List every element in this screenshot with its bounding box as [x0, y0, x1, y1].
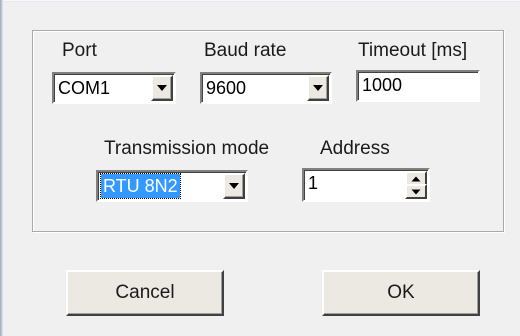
arrow-up-icon	[411, 176, 421, 181]
cancel-button-label: Cancel	[115, 282, 175, 303]
address-spinbox[interactable]: 1	[302, 168, 430, 202]
timeout-input[interactable]: 1000	[356, 70, 480, 102]
ok-button-label: OK	[387, 282, 415, 303]
chevron-down-icon	[157, 85, 167, 91]
timeout-input-value: 1000	[362, 75, 403, 95]
address-label: Address	[320, 138, 390, 159]
transmission-mode-select-value: RTU 8N2	[100, 173, 181, 199]
port-select-value: COM1	[58, 78, 111, 98]
ok-button[interactable]: OK	[322, 270, 480, 316]
address-spinbox-value: 1	[308, 173, 319, 193]
chevron-down-icon	[229, 183, 239, 189]
baud-rate-select-value: 9600	[206, 78, 247, 98]
baud-rate-label: Baud rate	[204, 40, 287, 61]
transmission-mode-dropdown-button[interactable]	[223, 173, 245, 199]
port-label: Port	[62, 40, 97, 61]
port-dropdown-button[interactable]	[151, 75, 173, 101]
port-select[interactable]: COM1	[52, 72, 176, 104]
arrow-down-icon	[411, 189, 421, 194]
serial-settings-dialog: Port COM1 Baud rate 9600 Timeout [ms] 10…	[0, 0, 520, 336]
window-left-edge	[0, 0, 3, 336]
baud-rate-dropdown-button[interactable]	[307, 75, 329, 101]
window-top-edge	[0, 0, 520, 2]
chevron-down-icon	[313, 85, 323, 91]
transmission-mode-select[interactable]: RTU 8N2	[96, 170, 248, 202]
address-spin-down-button[interactable]	[405, 184, 427, 199]
baud-rate-select[interactable]: 9600	[200, 72, 332, 104]
timeout-label: Timeout [ms]	[358, 40, 468, 61]
cancel-button[interactable]: Cancel	[66, 270, 224, 316]
transmission-mode-label: Transmission mode	[104, 138, 270, 159]
